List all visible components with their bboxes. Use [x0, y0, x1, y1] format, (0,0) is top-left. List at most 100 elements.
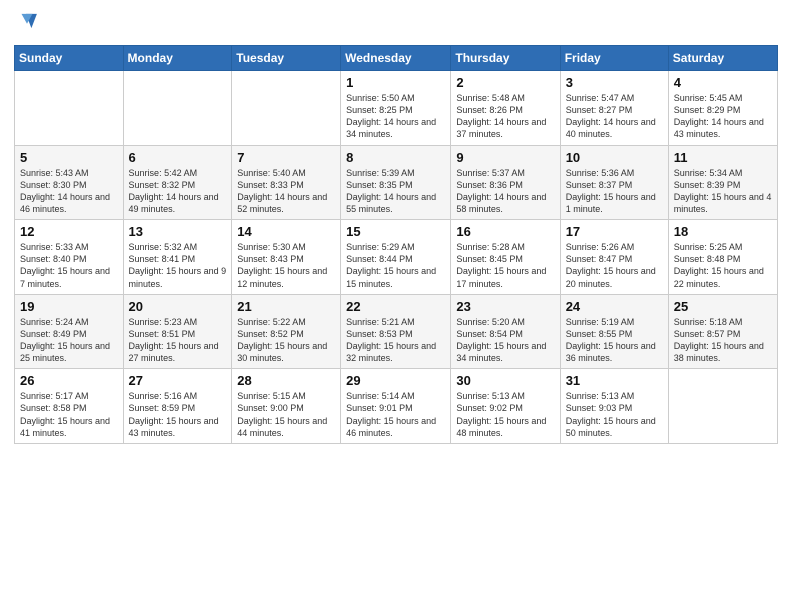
calendar-cell: 17 Sunrise: 5:26 AM Sunset: 8:47 PM Dayli… [560, 220, 668, 295]
calendar-cell: 21Sunrise: 5:22 AM Sunset: 8:52 PM Dayli… [232, 294, 341, 369]
calendar-cell: 30 Sunrise: 5:13 AM Sunset: 9:02 PM Dayli… [451, 369, 560, 444]
day-number: 19 [20, 299, 118, 314]
calendar-cell: 26 Sunrise: 5:17 AM Sunset: 8:58 PM Dayli… [15, 369, 124, 444]
day-number: 7 [237, 150, 335, 165]
day-info: Sunrise: 5:29 AM Sunset: 8:44 PM Dayligh… [346, 241, 445, 290]
day-info: Sunrise: 5:50 AM Sunset: 8:25 PM Dayligh… [346, 92, 445, 141]
day-info: Sunrise: 5:45 AM Sunset: 8:29 PM Dayligh… [674, 92, 772, 141]
day-number: 20 [129, 299, 227, 314]
day-info: Sunrise: 5:37 AM Sunset: 8:36 PM Dayligh… [456, 167, 554, 216]
day-info: Sunrise: 5:15 AM Sunset: 9:00 PM Dayligh… [237, 390, 335, 439]
calendar-cell: 13Sunrise: 5:32 AM Sunset: 8:41 PM Dayli… [123, 220, 232, 295]
day-number: 16 [456, 224, 554, 239]
calendar-cell [123, 71, 232, 146]
day-number: 29 [346, 373, 445, 388]
week-row-4: 19 Sunrise: 5:24 AM Sunset: 8:49 PM Dayli… [15, 294, 778, 369]
day-info: Sunrise: 5:13 AM Sunset: 9:03 PM Dayligh… [566, 390, 663, 439]
calendar-cell [668, 369, 777, 444]
page: SundayMondayTuesdayWednesdayThursdayFrid… [0, 0, 792, 458]
logo [14, 10, 38, 37]
calendar-cell: 27Sunrise: 5:16 AM Sunset: 8:59 PM Dayli… [123, 369, 232, 444]
week-row-5: 26 Sunrise: 5:17 AM Sunset: 8:58 PM Dayli… [15, 369, 778, 444]
week-row-2: 5Sunrise: 5:43 AM Sunset: 8:30 PM Daylig… [15, 145, 778, 220]
calendar-cell [15, 71, 124, 146]
calendar-cell: 16 Sunrise: 5:28 AM Sunset: 8:45 PM Dayli… [451, 220, 560, 295]
day-number: 9 [456, 150, 554, 165]
day-info: Sunrise: 5:14 AM Sunset: 9:01 PM Dayligh… [346, 390, 445, 439]
day-number: 22 [346, 299, 445, 314]
calendar-cell: 25 Sunrise: 5:18 AM Sunset: 8:57 PM Dayli… [668, 294, 777, 369]
day-info: Sunrise: 5:26 AM Sunset: 8:47 PM Dayligh… [566, 241, 663, 290]
calendar-cell: 5Sunrise: 5:43 AM Sunset: 8:30 PM Daylig… [15, 145, 124, 220]
calendar-cell: 20 Sunrise: 5:23 AM Sunset: 8:51 PM Dayli… [123, 294, 232, 369]
day-info: Sunrise: 5:17 AM Sunset: 8:58 PM Dayligh… [20, 390, 118, 439]
weekday-tuesday: Tuesday [232, 46, 341, 71]
calendar-cell: 8 Sunrise: 5:39 AM Sunset: 8:35 PM Daylig… [341, 145, 451, 220]
day-info: Sunrise: 5:25 AM Sunset: 8:48 PM Dayligh… [674, 241, 772, 290]
week-row-3: 12 Sunrise: 5:33 AM Sunset: 8:40 PM Dayli… [15, 220, 778, 295]
day-info: Sunrise: 5:48 AM Sunset: 8:26 PM Dayligh… [456, 92, 554, 141]
day-number: 31 [566, 373, 663, 388]
day-info: Sunrise: 5:23 AM Sunset: 8:51 PM Dayligh… [129, 316, 227, 365]
calendar-cell: 15 Sunrise: 5:29 AM Sunset: 8:44 PM Dayli… [341, 220, 451, 295]
day-number: 3 [566, 75, 663, 90]
day-number: 8 [346, 150, 445, 165]
calendar-cell: 12 Sunrise: 5:33 AM Sunset: 8:40 PM Dayli… [15, 220, 124, 295]
day-info: Sunrise: 5:33 AM Sunset: 8:40 PM Dayligh… [20, 241, 118, 290]
weekday-sunday: Sunday [15, 46, 124, 71]
day-number: 4 [674, 75, 772, 90]
week-row-1: 1 Sunrise: 5:50 AM Sunset: 8:25 PM Daylig… [15, 71, 778, 146]
day-number: 13 [129, 224, 227, 239]
day-info: Sunrise: 5:39 AM Sunset: 8:35 PM Dayligh… [346, 167, 445, 216]
day-number: 11 [674, 150, 772, 165]
day-info: Sunrise: 5:19 AM Sunset: 8:55 PM Dayligh… [566, 316, 663, 365]
day-info: Sunrise: 5:30 AM Sunset: 8:43 PM Dayligh… [237, 241, 335, 290]
day-number: 27 [129, 373, 227, 388]
day-info: Sunrise: 5:13 AM Sunset: 9:02 PM Dayligh… [456, 390, 554, 439]
day-info: Sunrise: 5:40 AM Sunset: 8:33 PM Dayligh… [237, 167, 335, 216]
day-number: 26 [20, 373, 118, 388]
day-number: 15 [346, 224, 445, 239]
day-number: 10 [566, 150, 663, 165]
weekday-header-row: SundayMondayTuesdayWednesdayThursdayFrid… [15, 46, 778, 71]
calendar-cell: 10 Sunrise: 5:36 AM Sunset: 8:37 PM Dayli… [560, 145, 668, 220]
day-info: Sunrise: 5:21 AM Sunset: 8:53 PM Dayligh… [346, 316, 445, 365]
day-info: Sunrise: 5:34 AM Sunset: 8:39 PM Dayligh… [674, 167, 772, 216]
day-number: 6 [129, 150, 227, 165]
day-info: Sunrise: 5:28 AM Sunset: 8:45 PM Dayligh… [456, 241, 554, 290]
day-number: 14 [237, 224, 335, 239]
day-info: Sunrise: 5:42 AM Sunset: 8:32 PM Dayligh… [129, 167, 227, 216]
day-number: 30 [456, 373, 554, 388]
day-number: 28 [237, 373, 335, 388]
calendar-cell: 9 Sunrise: 5:37 AM Sunset: 8:36 PM Daylig… [451, 145, 560, 220]
calendar-cell: 7 Sunrise: 5:40 AM Sunset: 8:33 PM Daylig… [232, 145, 341, 220]
calendar-cell [232, 71, 341, 146]
calendar-cell: 11 Sunrise: 5:34 AM Sunset: 8:39 PM Dayli… [668, 145, 777, 220]
calendar-cell: 19 Sunrise: 5:24 AM Sunset: 8:49 PM Dayli… [15, 294, 124, 369]
day-number: 5 [20, 150, 118, 165]
calendar-cell: 28 Sunrise: 5:15 AM Sunset: 9:00 PM Dayli… [232, 369, 341, 444]
day-info: Sunrise: 5:18 AM Sunset: 8:57 PM Dayligh… [674, 316, 772, 365]
weekday-wednesday: Wednesday [341, 46, 451, 71]
weekday-friday: Friday [560, 46, 668, 71]
calendar-cell: 29 Sunrise: 5:14 AM Sunset: 9:01 PM Dayli… [341, 369, 451, 444]
calendar-cell: 31 Sunrise: 5:13 AM Sunset: 9:03 PM Dayli… [560, 369, 668, 444]
day-number: 2 [456, 75, 554, 90]
calendar-cell: 1 Sunrise: 5:50 AM Sunset: 8:25 PM Daylig… [341, 71, 451, 146]
day-number: 1 [346, 75, 445, 90]
calendar-cell: 4 Sunrise: 5:45 AM Sunset: 8:29 PM Daylig… [668, 71, 777, 146]
calendar-cell: 24Sunrise: 5:19 AM Sunset: 8:55 PM Dayli… [560, 294, 668, 369]
calendar-cell: 3Sunrise: 5:47 AM Sunset: 8:27 PM Daylig… [560, 71, 668, 146]
day-number: 25 [674, 299, 772, 314]
day-number: 23 [456, 299, 554, 314]
day-number: 18 [674, 224, 772, 239]
day-info: Sunrise: 5:20 AM Sunset: 8:54 PM Dayligh… [456, 316, 554, 365]
day-number: 21 [237, 299, 335, 314]
calendar-cell: 22 Sunrise: 5:21 AM Sunset: 8:53 PM Dayli… [341, 294, 451, 369]
day-info: Sunrise: 5:24 AM Sunset: 8:49 PM Dayligh… [20, 316, 118, 365]
day-number: 12 [20, 224, 118, 239]
day-number: 17 [566, 224, 663, 239]
header [14, 10, 778, 37]
day-info: Sunrise: 5:36 AM Sunset: 8:37 PM Dayligh… [566, 167, 663, 216]
logo-icon [16, 10, 38, 32]
